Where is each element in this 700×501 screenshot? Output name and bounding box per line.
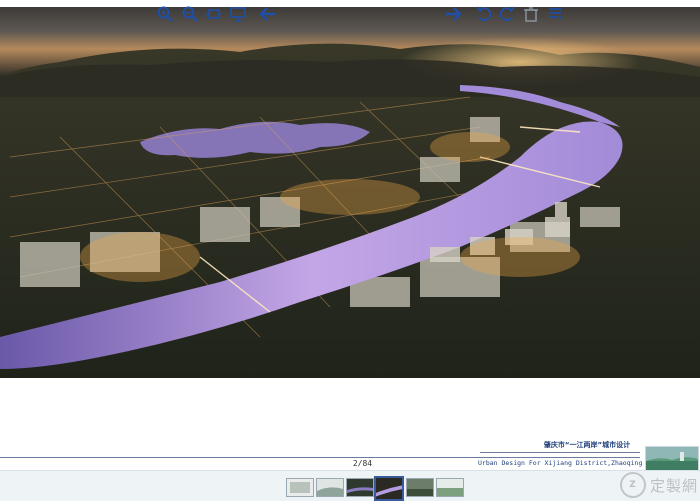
zoom-out-button[interactable]	[180, 4, 200, 24]
fit-window-icon	[206, 9, 222, 19]
watermark-logo-icon: Z	[619, 472, 646, 498]
previous-image-button[interactable]	[258, 4, 278, 24]
zoom-in-icon	[157, 6, 173, 22]
watermark-text-cn: 定製網	[649, 476, 698, 495]
aerial-render-image	[0, 7, 700, 378]
rotate-ccw-icon	[476, 6, 492, 22]
trash-icon	[524, 7, 538, 22]
zoom-in-button[interactable]	[155, 4, 175, 24]
next-image-button[interactable]	[443, 4, 463, 24]
thumbnail[interactable]	[316, 478, 344, 497]
info-menu-icon	[549, 8, 563, 20]
thumbnail-active[interactable]	[374, 476, 404, 501]
slideshow-button[interactable]	[228, 4, 248, 24]
project-title-en: Urban Design For Xijiang District,Zhaoqi…	[478, 459, 643, 467]
thumbnail[interactable]	[436, 478, 464, 497]
slideshow-icon	[230, 7, 246, 22]
delete-button[interactable]	[521, 4, 541, 24]
project-logo-thumbnail	[645, 446, 699, 472]
info-menu-button[interactable]	[545, 4, 565, 24]
rotate-right-button[interactable]	[497, 4, 517, 24]
zoom-out-icon	[182, 6, 198, 22]
fit-window-button[interactable]	[204, 4, 224, 24]
arrow-right-icon	[446, 7, 462, 21]
footer-divider-line	[0, 457, 640, 458]
thumbnail[interactable]	[406, 478, 434, 497]
page-indicator: 2/84	[352, 459, 373, 468]
thumbnail[interactable]	[346, 478, 374, 497]
watermark: Z 定製網	[588, 470, 698, 500]
thumbnail[interactable]	[286, 478, 314, 497]
rotate-cw-icon	[499, 6, 515, 22]
arrow-left-icon	[259, 7, 275, 21]
project-title-cn: 肇庆市“一江两岸”城市设计	[543, 441, 631, 449]
rotate-left-button[interactable]	[474, 4, 494, 24]
title-divider-line	[480, 452, 640, 453]
